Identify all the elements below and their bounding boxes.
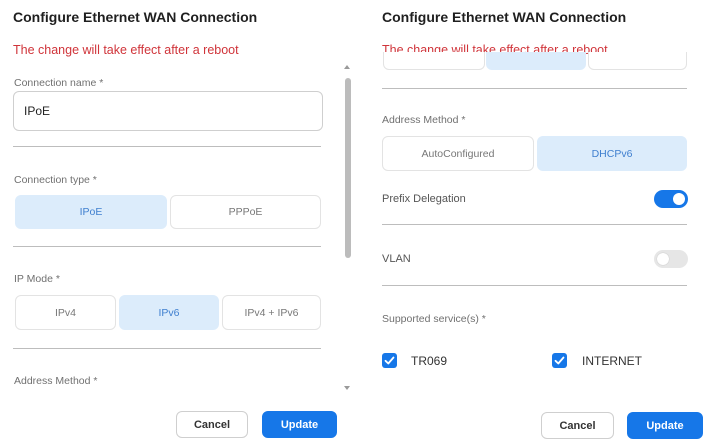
check-icon <box>384 356 395 365</box>
cancel-button[interactable]: Cancel <box>176 411 248 438</box>
divider <box>382 285 687 286</box>
divider <box>13 246 321 247</box>
connection-type-pppoe-option[interactable]: PPPoE <box>170 195 321 229</box>
address-method-dhcpv6-option[interactable]: DHCPv6 <box>537 136 687 171</box>
scroll-down-arrow-icon[interactable] <box>344 386 350 390</box>
scrollbar-thumb[interactable] <box>345 78 351 258</box>
cancel-button[interactable]: Cancel <box>541 412 614 439</box>
vlan-label: VLAN <box>382 253 411 265</box>
connection-name-input[interactable]: IPoE <box>13 91 323 131</box>
toggle-knob <box>673 193 685 205</box>
vlan-toggle[interactable] <box>654 250 688 268</box>
connection-name-label: Connection name * <box>14 77 104 89</box>
address-method-label: Address Method * <box>382 114 466 126</box>
address-method-label: Address Method * <box>14 375 98 387</box>
scroll-up-arrow-icon[interactable] <box>344 65 350 69</box>
scrollbar[interactable] <box>343 62 351 394</box>
right-dialog: Configure Ethernet WAN Connection The ch… <box>369 0 711 439</box>
toggle-knob <box>657 253 669 265</box>
reboot-warning: The change will take effect after a rebo… <box>13 43 239 57</box>
ip-mode-option-partial[interactable] <box>486 52 586 70</box>
ip-mode-ipv6-option[interactable]: IPv6 <box>119 295 219 330</box>
dialog-title: Configure Ethernet WAN Connection <box>13 9 258 25</box>
ip-mode-option-partial[interactable] <box>383 52 485 70</box>
update-button[interactable]: Update <box>627 412 703 439</box>
ip-mode-ipv4-ipv6-option[interactable]: IPv4 + IPv6 <box>222 295 321 330</box>
internet-checkbox[interactable] <box>552 353 567 368</box>
internet-label: INTERNET <box>582 354 642 368</box>
ip-mode-option-partial[interactable] <box>588 52 687 70</box>
update-button[interactable]: Update <box>262 411 337 438</box>
divider <box>13 348 321 349</box>
supported-services-label: Supported service(s) * <box>382 313 486 325</box>
address-method-autoconfigured-option[interactable]: AutoConfigured <box>382 136 534 171</box>
tr069-checkbox[interactable] <box>382 353 397 368</box>
prefix-delegation-label: Prefix Delegation <box>382 193 466 205</box>
connection-type-ipoe-option[interactable]: IPoE <box>15 195 167 229</box>
check-icon <box>554 356 565 365</box>
tr069-label: TR069 <box>411 354 448 368</box>
left-dialog: Configure Ethernet WAN Connection The ch… <box>0 0 360 439</box>
ip-mode-label: IP Mode * <box>14 273 60 285</box>
divider <box>13 146 321 147</box>
dialog-title: Configure Ethernet WAN Connection <box>382 9 627 25</box>
connection-type-label: Connection type * <box>14 174 97 186</box>
divider <box>382 224 687 225</box>
ip-mode-ipv4-option[interactable]: IPv4 <box>15 295 116 330</box>
divider <box>382 88 687 89</box>
prefix-delegation-toggle[interactable] <box>654 190 688 208</box>
